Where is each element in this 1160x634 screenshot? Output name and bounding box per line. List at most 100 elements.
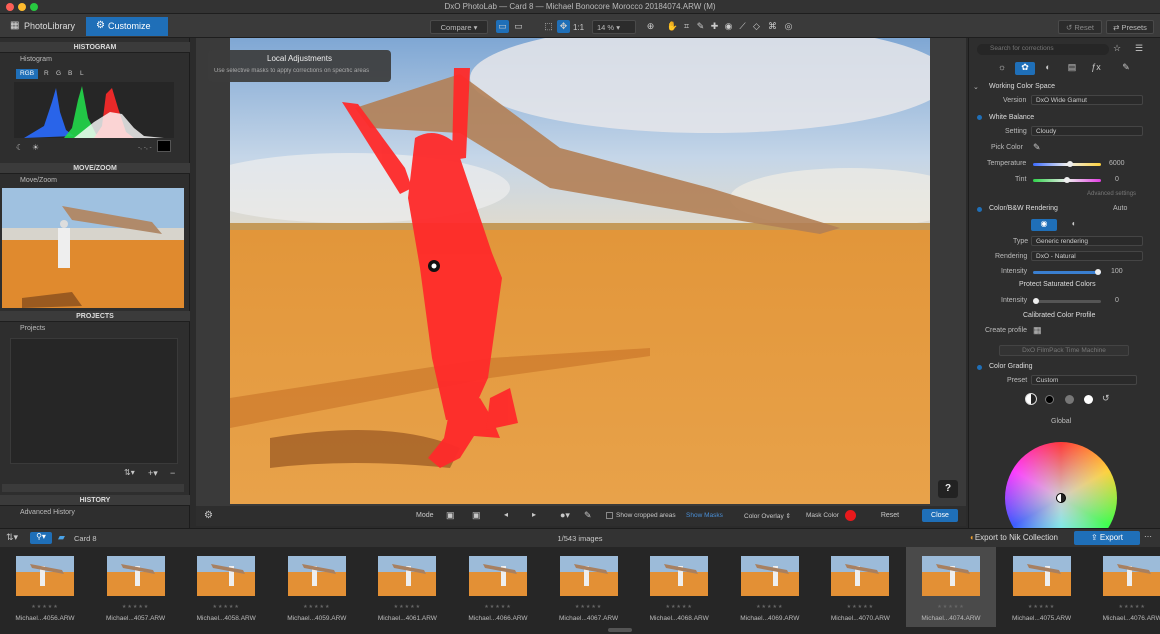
rating-stars[interactable]: ★★★★★ (544, 604, 634, 610)
zoom-icon[interactable]: ⊕ (644, 20, 657, 33)
wb-setting-select[interactable]: Cloudy (1031, 126, 1143, 136)
remove-project-icon[interactable]: − (170, 468, 175, 478)
channel-g[interactable]: G (56, 70, 61, 77)
show-masks-toggle[interactable]: Show Masks (686, 512, 723, 519)
rating-stars[interactable]: ★★★★★ (362, 604, 452, 610)
zoom-select[interactable]: 14 % ▾ (592, 20, 636, 34)
rating-stars[interactable]: ★★★★★ (997, 604, 1087, 610)
advanced-settings-link[interactable]: Advanced settings (1087, 191, 1136, 197)
intensity-knob[interactable] (1095, 269, 1101, 275)
rendering-select[interactable]: DxO - Natural (1031, 251, 1143, 261)
color-overlay-select[interactable]: Color Overlay ⇕ (744, 512, 791, 520)
rating-stars[interactable]: ★★★★★ (272, 604, 362, 610)
repair-icon[interactable]: ✚ (708, 20, 721, 33)
protect-intensity-knob[interactable] (1033, 298, 1039, 304)
intensity-value[interactable]: 100 (1111, 268, 1123, 275)
grading-preset-select[interactable]: Custom (1031, 375, 1137, 385)
split-view-icon[interactable]: ▭ (512, 20, 525, 33)
navigator-preview[interactable] (2, 188, 184, 308)
fit-icon[interactable]: ⬚ (542, 20, 555, 33)
rating-stars[interactable]: ★★★★★ (906, 604, 996, 610)
rating-stars[interactable]: ★★★★★ (181, 604, 271, 610)
undo-icon[interactable]: ◂ (504, 510, 508, 519)
color-wheel-handle[interactable] (1056, 493, 1066, 503)
filmpack-time-machine-button[interactable]: DxO FilmPack Time Machine (999, 345, 1129, 356)
panel-scrollbar[interactable] (2, 484, 184, 492)
light-tab-icon[interactable]: ☼ (993, 62, 1011, 75)
white-balance-header[interactable]: White Balance (989, 114, 1034, 121)
projects-list[interactable] (10, 338, 178, 464)
shadow-clip-icon[interactable]: ☾ (16, 143, 23, 152)
export-button[interactable]: ⇪ Export (1074, 531, 1140, 545)
bw-mode-icon[interactable]: ◐ (1061, 219, 1087, 231)
local-tab-icon[interactable]: ✎ (1117, 62, 1135, 75)
close-button[interactable]: Close (922, 509, 958, 522)
temperature-knob[interactable] (1067, 161, 1073, 167)
single-view-icon[interactable]: ▭ (496, 20, 509, 33)
filmstrip-item[interactable]: ★★★★★ Michael...4070.ARW (815, 547, 905, 627)
eyedropper-mask-icon[interactable]: ✎ (584, 510, 592, 521)
rating-stars[interactable]: ★★★★★ (453, 604, 543, 610)
zoom-one-button[interactable]: 1:1 (573, 23, 584, 32)
temperature-value[interactable]: 6000 (1109, 160, 1125, 167)
palettes-icon[interactable]: ☰ (1135, 43, 1143, 54)
compare-button[interactable]: Compare ▾ (430, 20, 488, 34)
tint-knob[interactable] (1064, 177, 1070, 183)
highlight-clip-icon[interactable]: ☀ (32, 143, 39, 152)
search-field[interactable]: Search for corrections (977, 44, 1109, 55)
tint-slider[interactable] (1033, 177, 1101, 183)
effects-tab-icon[interactable]: ƒx (1087, 62, 1105, 75)
geometry-tab-icon[interactable]: ▤ (1063, 62, 1081, 75)
filmstrip-item[interactable]: ★★★★★ Michael...4067.ARW (544, 547, 634, 627)
sort-icon[interactable]: ⇅▾ (124, 468, 135, 477)
color-grading-header[interactable]: Color Grading (989, 363, 1033, 370)
eyedropper-icon[interactable]: ✎ (694, 20, 707, 33)
filmstrip-item[interactable]: ★★★★★ Michael...4066.ARW (453, 547, 543, 627)
local-adjustments-icon[interactable]: ◉ (722, 20, 735, 33)
eye-icon[interactable]: ◎ (782, 20, 795, 33)
rating-stars[interactable]: ★★★★★ (91, 604, 181, 610)
filmstrip-item[interactable]: ★★★★★ Michael...4057.ARW (91, 547, 181, 627)
projects-header[interactable]: PROJECTS (0, 311, 190, 322)
reset-wheel-icon[interactable]: ↺ (1102, 393, 1110, 404)
intensity-slider[interactable] (1033, 269, 1101, 275)
shadows-wheel-selector[interactable] (1045, 395, 1054, 404)
redo-icon[interactable]: ▸ (532, 510, 536, 519)
highlights-wheel-selector[interactable] (1084, 395, 1093, 404)
working-color-space-header[interactable]: Working Color Space (989, 83, 1055, 90)
sort-filmstrip-icon[interactable]: ⇅▾ (6, 532, 18, 543)
tab-photolibrary[interactable]: ▦ PhotoLibrary (2, 17, 82, 36)
history-header[interactable]: HISTORY (0, 495, 190, 506)
channel-l[interactable]: L (80, 70, 84, 77)
create-profile-icon[interactable]: ▦ (1033, 325, 1042, 336)
movezoom-header[interactable]: MOVE/ZOOM (0, 163, 190, 174)
reset-button[interactable]: ↺ Reset (1058, 20, 1102, 34)
crop-icon[interactable]: ⌗ (680, 20, 693, 33)
filmstrip-item[interactable]: ★★★★★ Michael...4069.ARW (725, 547, 815, 627)
color-tab-icon[interactable]: ✿ (1015, 62, 1035, 75)
rating-stars[interactable]: ★★★★★ (0, 604, 90, 610)
filmstrip-item[interactable]: ★★★★★ Michael...4076.ARW (1087, 547, 1160, 627)
filter-icon[interactable]: ⚲▾ (30, 532, 52, 544)
tab-customize[interactable]: ⚙ Customize (86, 17, 168, 36)
move-icon[interactable]: ✥ (557, 20, 570, 33)
global-wheel-selector[interactable] (1025, 393, 1037, 405)
midtones-wheel-selector[interactable] (1065, 395, 1074, 404)
filmstrip-item[interactable]: ★★★★★ Michael...4056.ARW (0, 547, 90, 627)
rating-stars[interactable]: ★★★★★ (815, 604, 905, 610)
presets-button[interactable]: ⇄ Presets (1106, 20, 1154, 34)
favorite-star-icon[interactable]: ☆ (1113, 43, 1121, 54)
filmstrip-item[interactable]: ★★★★★ Michael...4075.ARW (997, 547, 1087, 627)
auto-label[interactable]: Auto (1113, 205, 1127, 212)
add-project-icon[interactable]: +▾ (148, 468, 158, 479)
perspective-icon[interactable]: ◇ (750, 20, 763, 33)
version-select[interactable]: DxO Wide Gamut (1031, 95, 1143, 105)
detail-tab-icon[interactable]: ◐ (1039, 62, 1057, 75)
color-rendering-header[interactable]: Color/B&W Rendering (989, 205, 1058, 212)
channel-b[interactable]: B (68, 70, 72, 77)
help-button[interactable]: ? (938, 480, 958, 498)
filmstrip-item[interactable]: ★★★★★ Michael...4068.ARW (634, 547, 724, 627)
type-select[interactable]: Generic rendering (1031, 236, 1143, 246)
chevron-down-icon[interactable]: ⌄ (973, 83, 979, 91)
temperature-slider[interactable] (1033, 161, 1101, 167)
